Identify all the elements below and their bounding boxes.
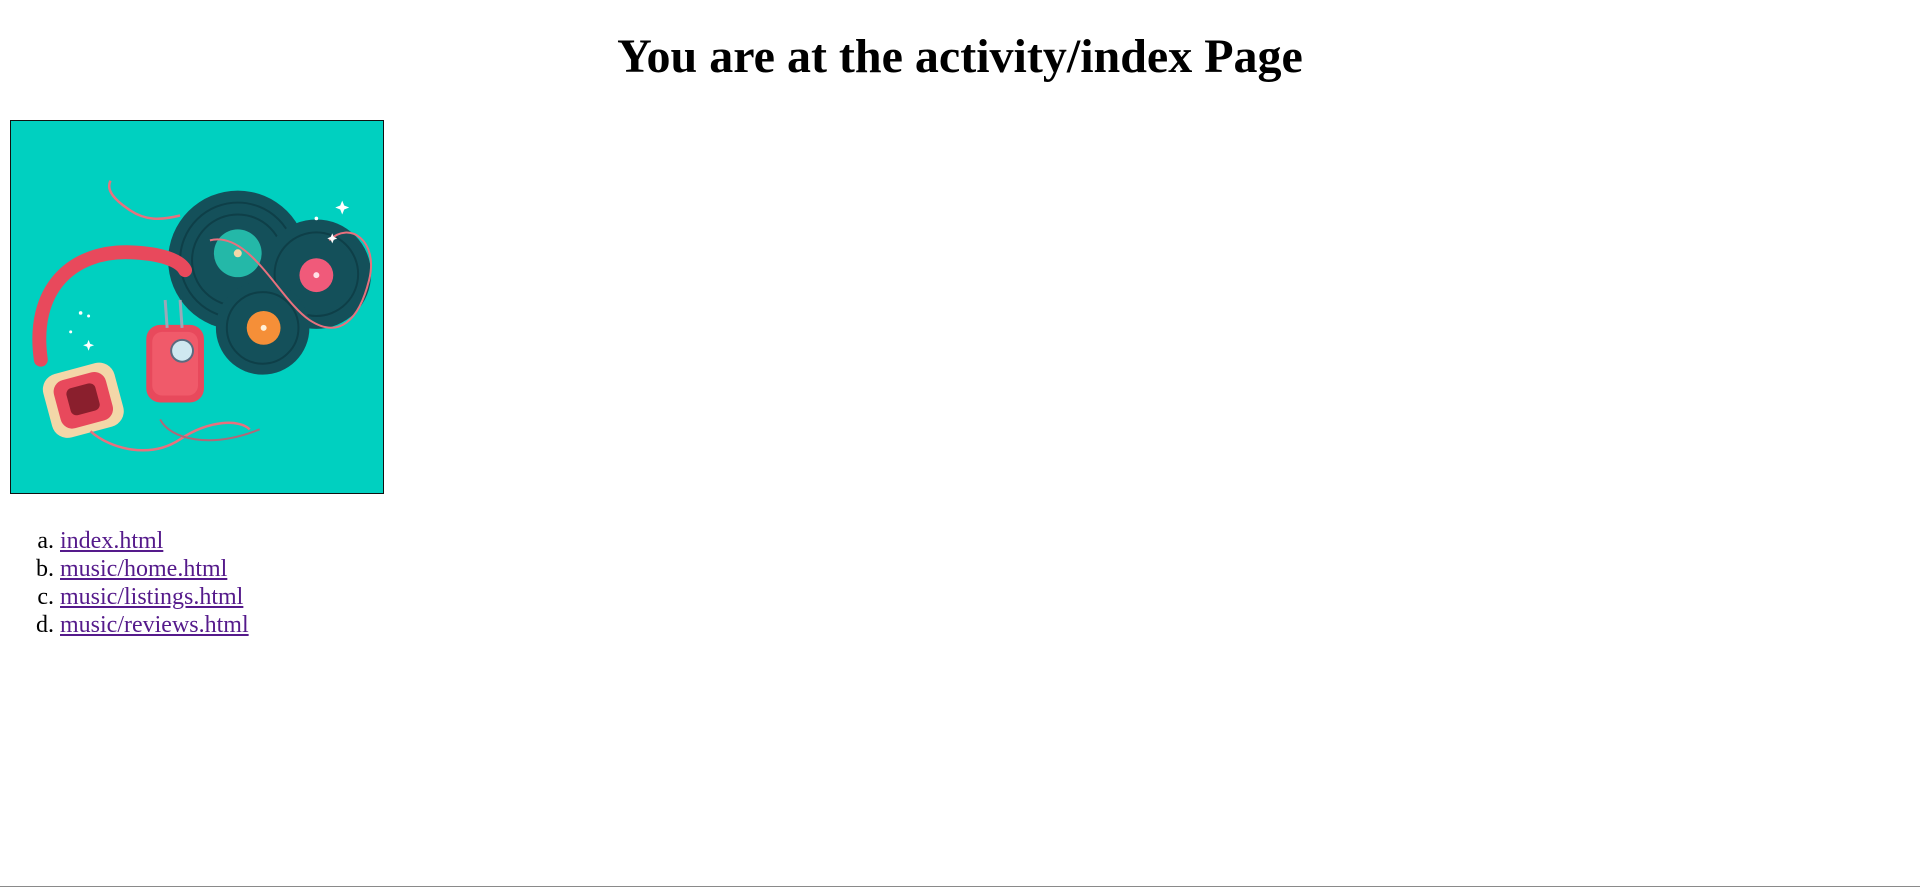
bottom-divider bbox=[0, 886, 1920, 887]
link-music-reviews[interactable]: music/reviews.html bbox=[60, 612, 249, 638]
list-item: music/home.html bbox=[60, 555, 249, 583]
headphones-vinyl-icon bbox=[11, 121, 383, 493]
link-music-home[interactable]: music/home.html bbox=[60, 556, 227, 582]
music-illustration-image bbox=[10, 120, 384, 494]
link-music-listings[interactable]: music/listings.html bbox=[60, 584, 243, 610]
page-title: You are at the activity/index Page bbox=[617, 30, 1303, 83]
page: You are at the activity/index Page a. in… bbox=[0, 0, 1920, 888]
list-item: music/reviews.html bbox=[60, 611, 249, 639]
page-links-list: index.html music/home.html music/listing… bbox=[0, 527, 249, 639]
list-item: index.html bbox=[60, 527, 249, 555]
list-item: music/listings.html bbox=[60, 583, 249, 611]
link-index[interactable]: index.html bbox=[60, 528, 163, 554]
